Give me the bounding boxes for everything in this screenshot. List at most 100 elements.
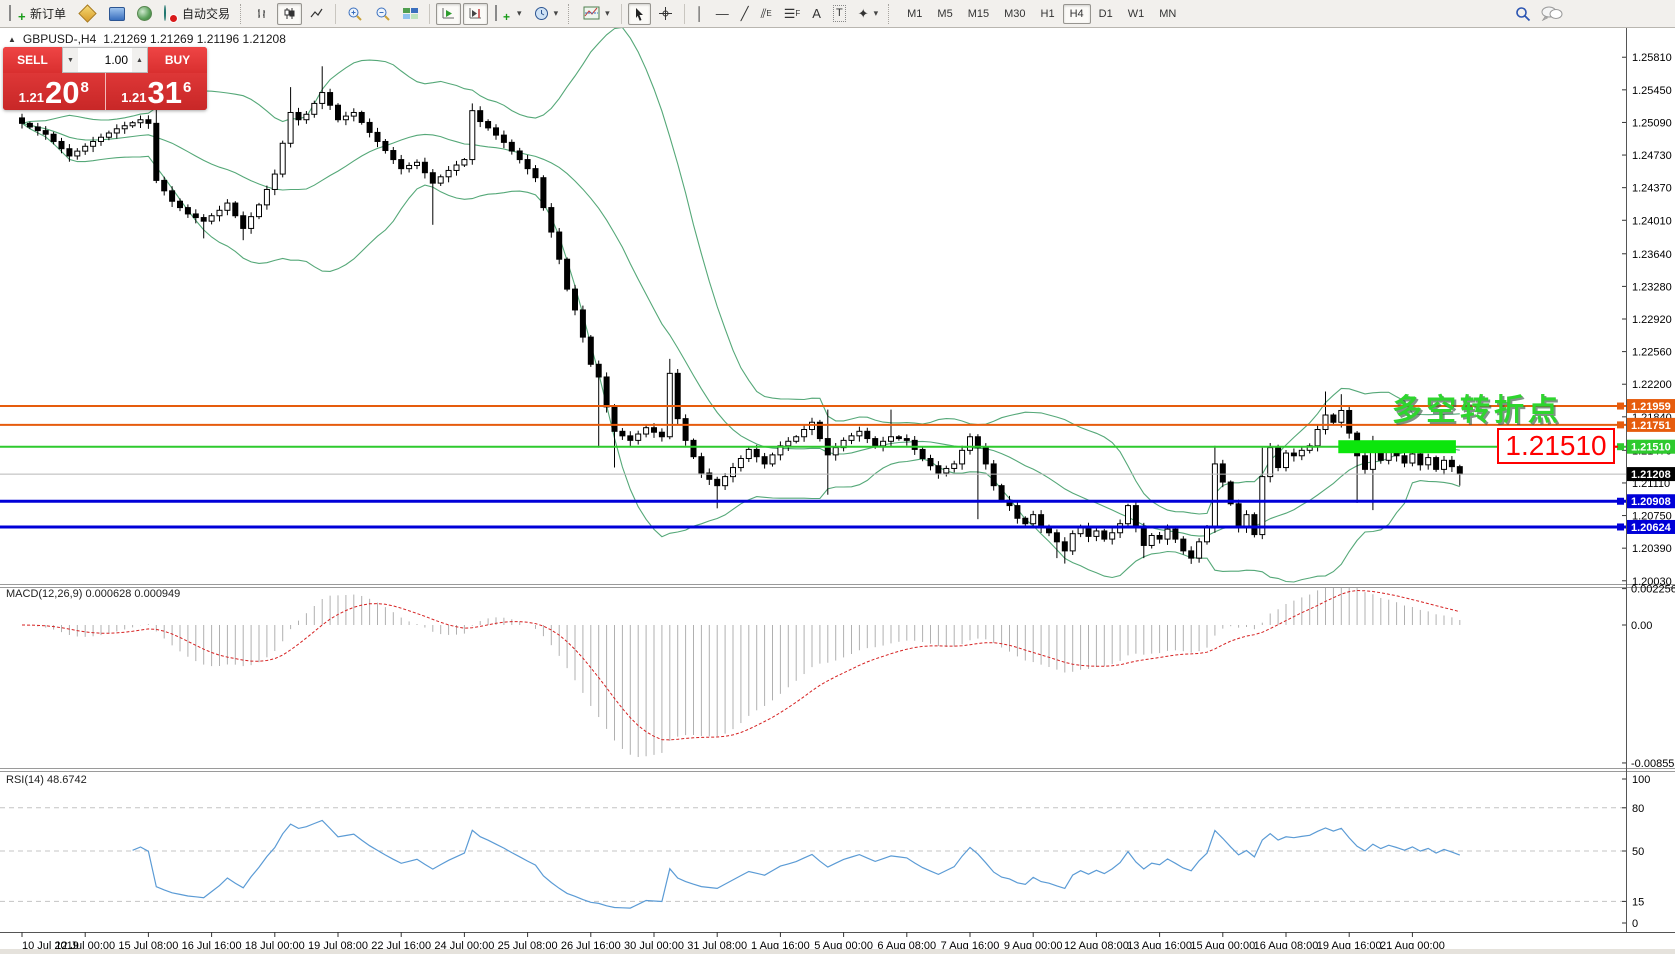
green-zone[interactable] [1338, 440, 1456, 453]
horizontal-line-button[interactable]: — [711, 3, 734, 25]
timeframe-button[interactable]: M1 [900, 4, 929, 24]
svg-text:1.25090: 1.25090 [1632, 117, 1672, 129]
vertical-line-button[interactable]: │ [691, 3, 709, 25]
globe-icon [137, 6, 152, 21]
timeframe-button[interactable]: W1 [1121, 4, 1152, 24]
svg-text:50: 50 [1632, 846, 1644, 858]
sell-price[interactable]: 1.21 20 8 [3, 73, 106, 110]
metaeditor-button[interactable] [73, 3, 102, 25]
candlestick-chart-button[interactable] [277, 3, 302, 25]
trendline-button[interactable]: ╱ [736, 3, 754, 25]
volume-stepper: ▼ ▲ [62, 47, 148, 73]
zoom-in-button[interactable] [342, 3, 368, 25]
new-chart-button[interactable]: +▾ [490, 3, 527, 25]
svg-text:1.24010: 1.24010 [1632, 215, 1672, 227]
indicators-button[interactable]: ▾ [578, 3, 615, 25]
equidistant-channel-button[interactable]: ⫽E [756, 3, 777, 25]
timeframe-toolbar: M1M5M15M30H1H4D1W1MN [900, 4, 1183, 24]
chart-window: 1.258101.254501.250901.247301.243701.240… [0, 28, 1675, 954]
line-marker[interactable] [1617, 443, 1624, 450]
volume-increase-button[interactable]: ▲ [132, 48, 147, 72]
svg-text:0.00: 0.00 [1631, 620, 1652, 632]
line-chart-icon [309, 6, 324, 21]
buy-price-pip: 6 [183, 79, 191, 96]
crosshair-button[interactable] [653, 3, 678, 25]
trendline-icon: ╱ [741, 6, 749, 21]
tile-windows-button[interactable] [398, 3, 423, 25]
line-chart-button[interactable] [304, 3, 329, 25]
line-marker[interactable] [1617, 403, 1624, 410]
arrows-button[interactable]: ✦▾ [853, 3, 883, 25]
fibonacci-button[interactable]: ☰F [779, 3, 806, 25]
svg-text:1.24370: 1.24370 [1632, 183, 1672, 195]
new-chart-icon: + [495, 6, 512, 21]
community-button[interactable] [132, 3, 157, 25]
bollinger-bands [22, 28, 1460, 582]
chat-icon[interactable] [1541, 6, 1563, 21]
chevron-down-icon: ▾ [517, 8, 522, 19]
svg-text:1.22920: 1.22920 [1632, 314, 1672, 326]
autotrading-icon [164, 6, 178, 21]
chart-title: ▲ GBPUSD-,H4 1.21269 1.21269 1.21196 1.2… [8, 32, 286, 46]
new-order-label: 新订单 [30, 5, 66, 22]
line-marker[interactable] [1617, 421, 1624, 428]
macd-label: MACD(12,26,9) 0.000628 0.000949 [6, 588, 180, 600]
timeframe-button[interactable]: H4 [1063, 4, 1091, 24]
svg-text:1.23640: 1.23640 [1632, 249, 1672, 261]
market-watch-button[interactable] [104, 3, 130, 25]
chart-autoscroll-button[interactable] [436, 3, 461, 25]
timeframe-button[interactable]: M30 [997, 4, 1032, 24]
timeframe-button[interactable]: D1 [1092, 4, 1120, 24]
fibonacci-icon: ☰F [784, 6, 801, 21]
line-marker[interactable] [1617, 498, 1624, 505]
cursor-button[interactable] [628, 3, 651, 25]
new-order-button[interactable]: + 新订单 [4, 3, 71, 25]
line-marker[interactable] [1617, 523, 1624, 530]
text-label-icon: T [833, 5, 846, 22]
profiles-button[interactable]: ▾ [529, 3, 564, 25]
text-label-button[interactable]: T [828, 3, 851, 25]
autotrading-label: 自动交易 [182, 5, 230, 22]
text-button[interactable]: A [807, 3, 826, 25]
search-icon[interactable] [1515, 6, 1531, 22]
svg-text:1.22560: 1.22560 [1632, 347, 1672, 359]
crosshair-icon [658, 6, 673, 21]
chevron-down-icon: ▾ [605, 8, 610, 19]
svg-text:0: 0 [1632, 918, 1638, 930]
cursor-icon [633, 7, 646, 21]
chevron-down-icon: ▾ [554, 8, 559, 19]
autotrading-button[interactable]: 自动交易 [159, 3, 235, 25]
candlestick-icon [282, 6, 297, 21]
new-order-icon: + [9, 6, 26, 21]
price-callout-text: 1.21510 [1505, 430, 1606, 461]
symbol-period-label: GBPUSD-,H4 [23, 32, 96, 46]
chart-shift-button[interactable] [463, 3, 488, 25]
sell-button[interactable]: SELL [3, 47, 62, 73]
channel-icon: ⫽E [761, 6, 772, 21]
chart-canvas[interactable]: 1.258101.254501.250901.247301.243701.240… [0, 28, 1675, 954]
metaeditor-icon [78, 4, 96, 22]
market-watch-icon [109, 7, 125, 21]
timeframe-button[interactable]: M15 [961, 4, 996, 24]
ohlc-values: 1.21269 1.21269 1.21196 1.21208 [103, 32, 286, 46]
buy-price[interactable]: 1.21 31 6 [106, 73, 208, 110]
collapse-arrow-icon[interactable]: ▲ [8, 35, 16, 44]
svg-text:0.002256: 0.002256 [1631, 584, 1675, 596]
volume-input[interactable] [78, 48, 132, 72]
zoom-out-button[interactable] [370, 3, 396, 25]
svg-text:-0.008553: -0.008553 [1631, 758, 1675, 770]
svg-text:1.20908: 1.20908 [1631, 496, 1671, 508]
buy-button[interactable]: BUY [148, 47, 207, 73]
horizontal-line-objects[interactable] [0, 406, 1626, 527]
timeframe-button[interactable]: M5 [930, 4, 959, 24]
svg-text:1.25810: 1.25810 [1632, 52, 1672, 64]
green-highlight-zone[interactable] [1338, 440, 1456, 453]
turning-point-text[interactable]: 多空转折点 [1392, 394, 1562, 427]
timeframe-button[interactable]: H1 [1034, 4, 1062, 24]
buy-price-prefix: 1.21 [121, 90, 146, 105]
bar-chart-button[interactable] [250, 3, 275, 25]
timeframe-button[interactable]: MN [1152, 4, 1183, 24]
bar-chart-icon [255, 6, 270, 21]
svg-text:1.21510: 1.21510 [1631, 442, 1671, 454]
volume-decrease-button[interactable]: ▼ [63, 48, 78, 72]
